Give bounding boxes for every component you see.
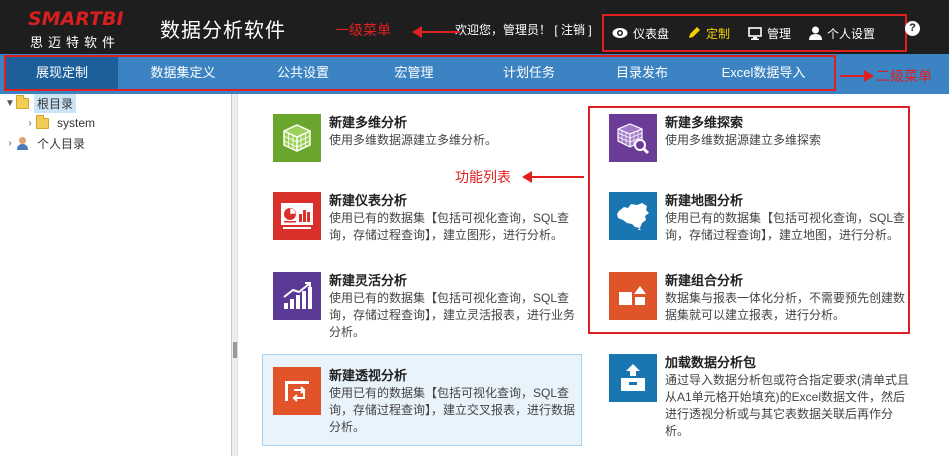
caret-down-icon[interactable]: ▼ (4, 98, 16, 109)
menu-personal-settings-label: 个人设置 (827, 26, 876, 41)
tab-public-settings[interactable]: 公共设置 (248, 57, 358, 89)
tab-presentation-custom[interactable]: 展现定制 (6, 57, 118, 89)
splitter-grip[interactable] (233, 342, 237, 358)
cube-icon (273, 114, 321, 162)
app-title: 数据分析软件 (160, 20, 286, 42)
tree-node-system-label: system (57, 116, 96, 130)
annotation-arrow-funclist (522, 171, 584, 183)
monitor-icon (748, 26, 762, 40)
folder-icon (36, 114, 49, 129)
pencil-icon (689, 27, 701, 38)
menu-customize[interactable]: 定制 (687, 25, 730, 42)
card-title: 新建多维分析 (329, 115, 408, 130)
welcome-text: 欢迎您，管理员！ [ 注销 ] (455, 21, 592, 38)
bar-trend-icon (273, 272, 321, 320)
primary-menu: 仪表盘 定制 管理 个人设置 (602, 14, 907, 52)
user-icon (809, 26, 823, 40)
help-icon[interactable]: ? (905, 21, 920, 36)
tab-macro-management[interactable]: 宏管理 (358, 57, 470, 89)
annotation-arrow-menu2 (840, 70, 874, 82)
card-new-flexible-analysis[interactable]: 新建灵活分析 使用已有的数据集【包括可视化查询，SQL查询，存储过程查询】，建立… (263, 260, 583, 350)
card-description: 使用已有的数据集【包括可视化查询，SQL查询，存储过程查询】，建立灵活报表，进行… (329, 291, 576, 339)
tree-node-system[interactable]: › system (24, 114, 98, 132)
caret-right-icon[interactable]: › (24, 118, 36, 129)
directory-tree: ▼ 根目录 › system › 个人目录 (0, 93, 232, 456)
card-load-data-package[interactable]: 加载数据分析包 通过导入数据分析包或符合指定要求(清单式且从A1单元格开始填充)… (599, 342, 919, 446)
tab-excel-import[interactable]: Excel数据导入 (696, 57, 831, 89)
card-description: 使用已有的数据集【包括可视化查询，SQL查询，存储过程查询】，建立交叉报表，进行… (329, 386, 576, 434)
secondary-menu: 展现定制 数据集定义 公共设置 宏管理 计划任务 目录发布 Excel数据导入 (4, 55, 836, 91)
logo-main-text: SMARTBI (28, 8, 124, 30)
card-new-dashboard-analysis[interactable]: 新建仪表分析 使用已有的数据集【包括可视化查询，SQL查询，存储过程查询】，建立… (263, 180, 583, 270)
tree-node-root-label: 根目录 (34, 93, 77, 113)
card-title: 加载数据分析包 (665, 355, 757, 370)
menu-customize-label: 定制 (706, 26, 731, 41)
menu-personal-settings[interactable]: 个人设置 (809, 25, 875, 42)
annotation-arrow-menu1 (412, 26, 460, 38)
tree-node-root[interactable]: ▼ 根目录 (4, 93, 77, 113)
tab-dataset-definition[interactable]: 数据集定义 (118, 57, 248, 89)
logo: SMARTBI 思迈特软件 (28, 8, 148, 50)
annotation-funclist: 功能列表 (455, 169, 511, 185)
card-title: 新建仪表分析 (329, 193, 408, 208)
dashboard-chart-icon (273, 192, 321, 240)
menu-manage-label: 管理 (767, 26, 792, 41)
card-title: 新建透视分析 (329, 368, 408, 383)
tab-scheduled-tasks[interactable]: 计划任务 (470, 57, 588, 89)
annotation-menu2: 二级菜单 (876, 68, 932, 84)
tree-node-personal[interactable]: › 个人目录 (4, 134, 88, 152)
annotation-function-box (588, 106, 910, 334)
card-new-multidim-analysis[interactable]: 新建多维分析 使用多维数据源建立多维分析。 (263, 102, 583, 192)
user-folder-icon (16, 136, 29, 150)
menu-dashboard[interactable]: 仪表盘 (612, 25, 669, 42)
folder-icon (16, 94, 29, 109)
card-description: 通过导入数据分析包或符合指定要求(清单式且从A1单元格开始填充)的Excel数据… (665, 373, 909, 438)
welcome-label: 欢迎您，管理员！ (455, 23, 552, 37)
card-description: 使用已有的数据集【包括可视化查询，SQL查询，存储过程查询】，建立图形，进行分析… (329, 211, 570, 242)
top-bar: SMARTBI 思迈特软件 数据分析软件 欢迎您，管理员！ [ 注销 ] 仪表盘… (0, 0, 949, 54)
eye-icon (612, 28, 628, 38)
tab-directory-publish[interactable]: 目录发布 (588, 57, 696, 89)
menu-manage[interactable]: 管理 (748, 25, 791, 42)
package-upload-icon (609, 354, 657, 402)
card-description: 使用多维数据源建立多维分析。 (329, 133, 498, 147)
caret-right-icon[interactable]: › (4, 138, 16, 149)
logo-sub-text: 思迈特软件 (30, 35, 121, 50)
card-title: 新建灵活分析 (329, 273, 408, 288)
annotation-menu1: 一级菜单 (335, 22, 391, 38)
menu-dashboard-label: 仪表盘 (633, 26, 670, 41)
card-new-pivot-analysis[interactable]: 新建透视分析 使用已有的数据集【包括可视化查询，SQL查询，存储过程查询】，建立… (262, 354, 582, 446)
tree-node-personal-label: 个人目录 (37, 136, 86, 151)
logout-link[interactable]: [ 注销 ] (554, 23, 591, 37)
pivot-icon (273, 367, 321, 415)
